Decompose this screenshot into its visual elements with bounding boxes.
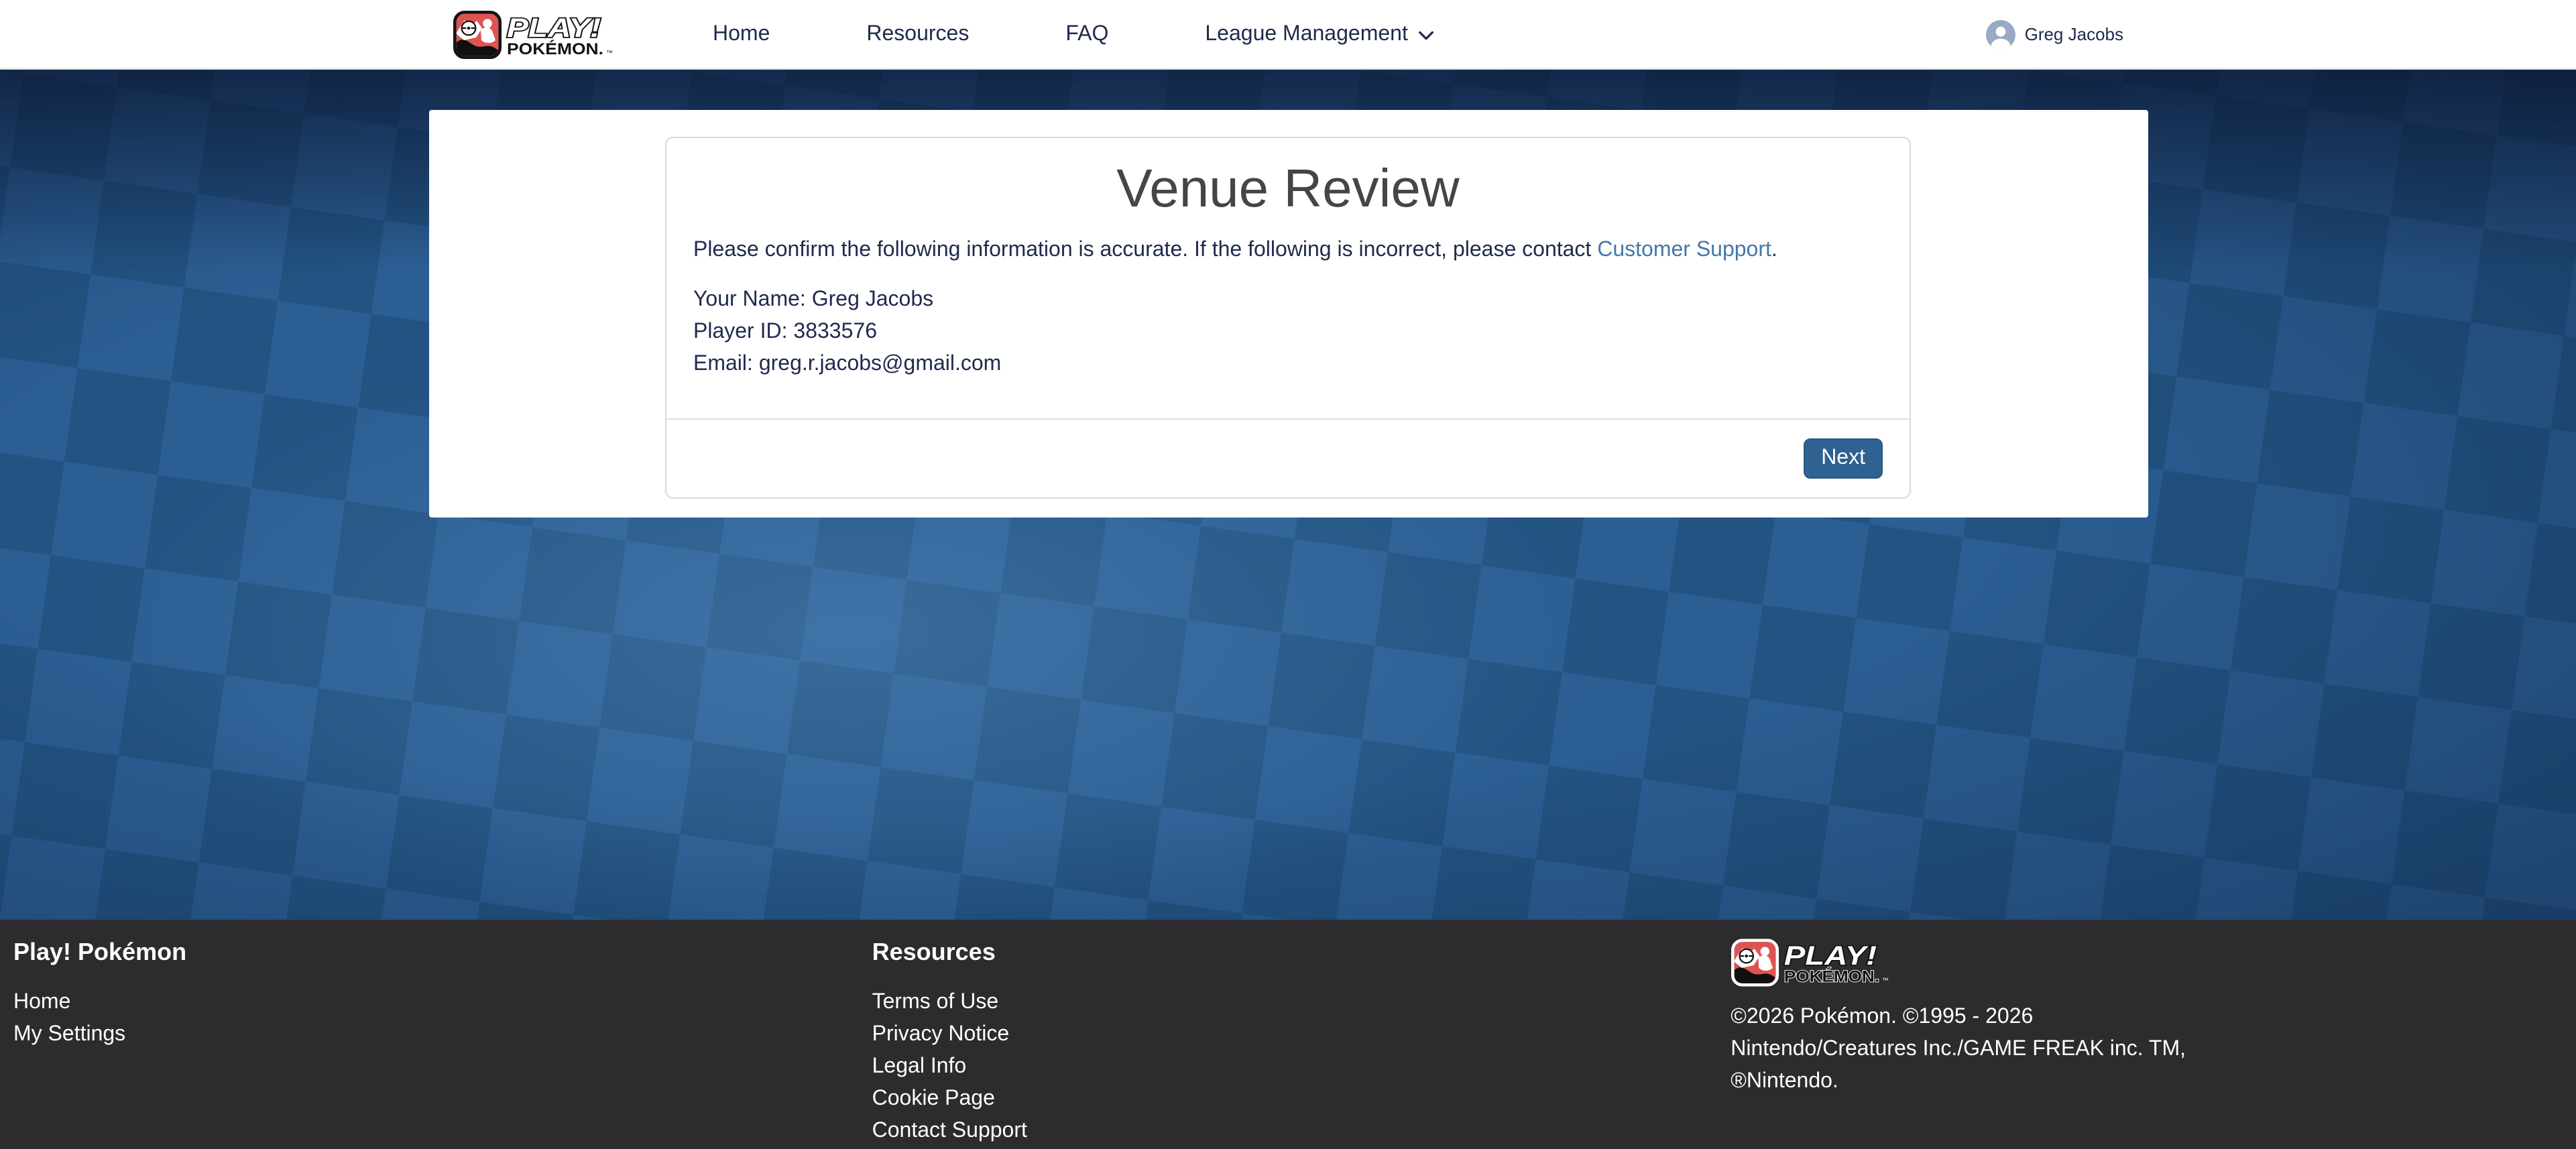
info-row-name: Your Name: Greg Jacobs bbox=[693, 284, 1883, 316]
card-body: Venue Review Please confirm the followin… bbox=[666, 138, 1910, 381]
venue-review-card: Venue Review Please confirm the followin… bbox=[665, 137, 1911, 499]
nav-link-home-label: Home bbox=[713, 22, 770, 46]
main-background: Venue Review Please confirm the followin… bbox=[0, 70, 2576, 920]
next-button[interactable]: Next bbox=[1804, 438, 1883, 479]
footer-link-home[interactable]: Home bbox=[13, 987, 859, 1019]
top-navbar: PLAY! POKÉMON. ™ Home Resources FAQ Leag… bbox=[0, 0, 2576, 70]
info-label-player-id: Player ID: bbox=[693, 320, 788, 343]
info-value-player-id: 3833576 bbox=[793, 320, 877, 343]
footer-link-privacy-notice[interactable]: Privacy Notice bbox=[872, 1019, 1718, 1051]
footer-link-cookie-page[interactable]: Cookie Page bbox=[872, 1083, 1718, 1115]
copyright-line-2: Nintendo/Creatures Inc./GAME FREAK inc. … bbox=[1731, 1034, 2213, 1066]
footer-logo-link[interactable]: PLAY! POKÉMON. ™ bbox=[1731, 939, 1929, 993]
play-pokemon-logo-link[interactable]: PLAY! POKÉMON. ™ bbox=[453, 10, 654, 58]
svg-text:™: ™ bbox=[1881, 977, 1888, 985]
nav-link-faq[interactable]: FAQ bbox=[1017, 14, 1157, 54]
info-label-name: Your Name: bbox=[693, 288, 806, 311]
footer-link-legal-info[interactable]: Legal Info bbox=[872, 1051, 1718, 1083]
nav-menu: Home Resources FAQ League Management bbox=[664, 14, 1484, 54]
intro-text-after: . bbox=[1771, 239, 1777, 261]
nav-link-league-management[interactable]: League Management bbox=[1157, 14, 1484, 54]
customer-support-link[interactable]: Customer Support bbox=[1597, 239, 1771, 261]
footer-col-resources: Resources Terms of Use Privacy Notice Le… bbox=[859, 939, 1718, 1149]
card-footer: Next bbox=[666, 418, 1910, 497]
footer-link-contact-support[interactable]: Contact Support bbox=[872, 1115, 1718, 1148]
info-row-email: Email: greg.r.jacobs@gmail.com bbox=[693, 349, 1883, 381]
nav-link-faq-label: FAQ bbox=[1065, 22, 1108, 46]
intro-text-before: Please confirm the following information… bbox=[693, 239, 1597, 261]
svg-text:™: ™ bbox=[605, 49, 612, 56]
chevron-down-icon bbox=[1416, 25, 1436, 46]
play-pokemon-logo-icon: PLAY! POKÉMON. ™ bbox=[453, 10, 654, 58]
svg-text:POKÉMON.: POKÉMON. bbox=[506, 39, 603, 58]
content-panel: Venue Review Please confirm the followin… bbox=[428, 110, 2148, 518]
info-value-email: greg.r.jacobs@gmail.com bbox=[759, 353, 1002, 375]
footer-play-pokemon-logo-icon: PLAY! POKÉMON. ™ bbox=[1731, 939, 1929, 987]
svg-text:POKÉMON.: POKÉMON. bbox=[1783, 967, 1879, 986]
footer-col-play-pokemon: Play! Pokémon Home My Settings bbox=[0, 939, 859, 1149]
page-title: Venue Review bbox=[693, 157, 1883, 221]
nav-link-league-management-label: League Management bbox=[1205, 22, 1407, 46]
copyright-text: ©2026 Pokémon. ©1995 - 2026 Nintendo/Cre… bbox=[1731, 1002, 2213, 1098]
user-menu[interactable]: Greg Jacobs bbox=[1986, 19, 2123, 49]
player-info-block: Your Name: Greg Jacobs Player ID: 383357… bbox=[693, 284, 1883, 381]
intro-text: Please confirm the following information… bbox=[693, 235, 1883, 265]
svg-text:PLAY!: PLAY! bbox=[506, 13, 600, 42]
footer-heading-resources: Resources bbox=[872, 939, 1718, 967]
nav-link-home[interactable]: Home bbox=[664, 14, 818, 54]
nav-link-resources[interactable]: Resources bbox=[818, 14, 1017, 54]
user-name: Greg Jacobs bbox=[2025, 24, 2123, 44]
copyright-line-1: ©2026 Pokémon. ©1995 - 2026 bbox=[1731, 1002, 2213, 1034]
info-label-email: Email: bbox=[693, 353, 753, 375]
copyright-line-3: ®Nintendo. bbox=[1731, 1066, 2213, 1098]
user-avatar-icon bbox=[1986, 19, 2015, 49]
footer-heading-play-pokemon: Play! Pokémon bbox=[13, 939, 859, 967]
footer: Play! Pokémon Home My Settings Resources… bbox=[0, 920, 2576, 1149]
nav-link-resources-label: Resources bbox=[866, 22, 969, 46]
navbar-container: PLAY! POKÉMON. ™ Home Resources FAQ Leag… bbox=[428, 0, 2148, 68]
info-row-player-id: Player ID: 3833576 bbox=[693, 316, 1883, 349]
info-value-name: Greg Jacobs bbox=[812, 288, 933, 311]
footer-link-my-settings[interactable]: My Settings bbox=[13, 1019, 859, 1051]
svg-text:PLAY!: PLAY! bbox=[1783, 941, 1876, 971]
footer-col-legal: PLAY! POKÉMON. ™ ©2026 Pokémon. ©1995 - … bbox=[1717, 939, 2576, 1149]
page: PLAY! POKÉMON. ™ Home Resources FAQ Leag… bbox=[0, 0, 2576, 1149]
footer-link-terms-of-use[interactable]: Terms of Use bbox=[872, 987, 1718, 1019]
